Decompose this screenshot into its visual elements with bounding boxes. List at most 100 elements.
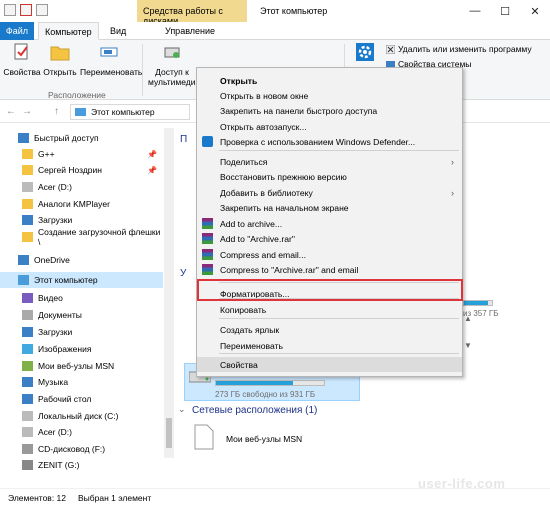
sidebar-item[interactable]: Acer (D:) (0, 179, 163, 195)
star-icon (18, 133, 29, 143)
context-menu-item[interactable]: Add to archive... (197, 216, 462, 231)
settings-ribbon-button[interactable] (350, 42, 380, 67)
sidebar-item-label: Музыка (38, 377, 69, 387)
sidebar-item[interactable]: Локальный диск (C:) (0, 408, 163, 424)
sidebar-item-label: Acer (D:) (38, 182, 72, 192)
sidebar-item[interactable]: Быстрый доступ (0, 130, 163, 146)
sidebar-item[interactable]: Этот компьютер (0, 272, 163, 288)
sidebar-item-label: ZENIT (G:) (38, 460, 80, 470)
context-menu-item-label: Копировать (220, 304, 267, 315)
uninstall-label: Удалить или изменить программу (398, 44, 532, 54)
scrollbar-thumb[interactable] (166, 418, 172, 448)
chevron-down-icon[interactable]: ▼ (464, 341, 472, 350)
music-icon (22, 377, 33, 387)
properties-qat-icon[interactable] (4, 4, 16, 16)
winrar-icon (202, 264, 213, 275)
devices-section-heading-1[interactable]: П (180, 134, 187, 145)
properties-ribbon-button[interactable]: Свойства (2, 42, 42, 77)
up-button[interactable]: ↑ (54, 106, 59, 117)
context-menu-item[interactable]: Открыть в новом окне (197, 88, 462, 103)
selected-drive-free-label: 273 ГБ свободно из 931 ГБ (215, 390, 316, 399)
context-menu-item[interactable]: Восстановить прежнюю версию (197, 169, 462, 184)
sidebar-item-label: Создание загрузочной флешки \ (38, 227, 161, 247)
context-menu-item[interactable]: Открыть (197, 73, 462, 88)
context-menu-item[interactable]: Поделиться › (197, 154, 462, 169)
sidebar-item[interactable]: Загрузки (0, 212, 163, 228)
context-menu-item[interactable]: Добавить в библиотеку › (197, 185, 462, 200)
close-button[interactable]: ✕ (520, 0, 550, 22)
checkmark-qat-icon[interactable] (20, 4, 32, 16)
sidebar-item-label: Локальный диск (C:) (38, 411, 119, 421)
chevron-up-icon[interactable]: ▲ (464, 314, 472, 323)
forward-button[interactable]: → (22, 106, 32, 117)
sidebar-item[interactable]: Аналоги KMPlayer (0, 196, 163, 212)
context-menu-item[interactable]: Add to "Archive.rar" (197, 231, 462, 246)
maximize-button[interactable]: ☐ (490, 0, 520, 22)
selection-count: Выбран 1 элемент (78, 493, 152, 503)
tab-file[interactable]: Файл (0, 22, 34, 40)
context-menu-item-label: Добавить в библиотеку (220, 187, 313, 198)
sidebar-item[interactable]: Рабочий стол (0, 391, 163, 407)
context-menu-item[interactable]: Compress and email... (197, 247, 462, 262)
context-menu-item-label: Add to "Archive.rar" (220, 233, 295, 244)
context-menu-item[interactable]: Закрепить на начальном экране (197, 200, 462, 215)
back-button[interactable]: ← (6, 106, 16, 117)
sidebar-item[interactable]: G++ 📌 (0, 146, 163, 162)
network-section-heading[interactable]: Сетевые расположения (1) (192, 405, 317, 416)
sidebar-item[interactable]: Сергей Ноздрин 📌 (0, 162, 163, 178)
media-access-ribbon-button[interactable]: Доступ к мультимедиа (148, 42, 201, 87)
sidebar-item[interactable]: Видео (0, 290, 163, 306)
media-access-label: Доступ к мультимедиа (148, 67, 201, 87)
sidebar-item[interactable]: Acer (D:) (0, 424, 163, 440)
context-menu-item[interactable]: Создать ярлык (197, 322, 462, 337)
open-ribbon-button[interactable]: Открыть (40, 42, 80, 77)
sidebar-item[interactable]: Загрузки (0, 324, 163, 340)
chevron-right-icon: › (451, 156, 454, 167)
rename-ribbon-button[interactable]: Переименовать (80, 42, 142, 77)
tab-manage[interactable]: Управление (165, 22, 215, 40)
context-menu-item-label: Закрепить на начальном экране (220, 202, 349, 213)
sidebar-item[interactable]: Мои веб-узлы MSN (0, 358, 163, 374)
breadcrumb[interactable]: Этот компьютер (70, 104, 190, 120)
context-menu-item[interactable]: Проверка с использованием Windows Defend… (197, 134, 462, 149)
chevron-down-icon[interactable]: ⌄ (178, 404, 186, 415)
nav-scrollbar[interactable] (164, 128, 174, 458)
downloads-icon (22, 215, 33, 225)
context-menu-item-label: Восстановить прежнюю версию (220, 171, 347, 182)
context-menu-item[interactable]: Compress to "Archive.rar" and email (197, 262, 462, 277)
network-location-item[interactable]: Мои веб-узлы MSN (194, 424, 314, 458)
pin-icon[interactable]: 📌 (147, 150, 157, 159)
sidebar-item[interactable]: Изображения (0, 341, 163, 357)
documents-icon (22, 310, 33, 320)
sidebar-item[interactable]: Музыка (0, 374, 163, 390)
sidebar-item-label: Загрузки (38, 215, 73, 225)
sidebar-item[interactable]: Документы (0, 307, 163, 323)
video-icon (22, 293, 33, 303)
sidebar-item[interactable]: OneDrive (0, 252, 163, 268)
sidebar-item-label: Мои веб-узлы MSN (38, 361, 115, 371)
sidebar-item[interactable]: ZENIT (G:) (0, 457, 163, 473)
sidebar-item[interactable]: Создание загрузочной флешки \ (0, 227, 163, 247)
tab-computer[interactable]: Компьютер (38, 22, 99, 40)
computer-icon (75, 108, 86, 116)
sidebar-item-label: Загрузки (38, 327, 73, 337)
folder-icon (22, 165, 33, 175)
context-menu-item[interactable]: Переименовать (197, 338, 462, 353)
context-menu-item-label: Закрепить на панели быстрого доступа (220, 105, 378, 116)
uninstall-program-button[interactable]: Удалить или изменить программу (386, 44, 532, 54)
item-count: Элементов: 12 (8, 493, 66, 503)
context-menu-item[interactable]: Копировать (197, 302, 462, 317)
ribbon-tabs: Файл Компьютер Вид Управление (0, 22, 550, 40)
title-bar: Средства работы с дисками Этот компьютер… (0, 0, 550, 26)
sidebar-item[interactable]: CD-дисковод (F:) (0, 441, 163, 457)
tab-view[interactable]: Вид (110, 22, 126, 40)
drive-usage-fill (464, 301, 488, 305)
context-menu-item[interactable]: Свойства (197, 357, 462, 372)
minimize-button[interactable]: — (460, 0, 490, 22)
folder-qat-icon[interactable] (36, 4, 48, 16)
devices-section-heading-2[interactable]: У (180, 268, 186, 279)
pin-icon[interactable]: 📌 (147, 166, 157, 175)
context-menu-item[interactable]: Закрепить на панели быстрого доступа (197, 103, 462, 118)
context-menu-item[interactable]: Открыть автозапуск... (197, 119, 462, 134)
drive-tools-context-tab[interactable]: Средства работы с дисками (137, 0, 247, 26)
